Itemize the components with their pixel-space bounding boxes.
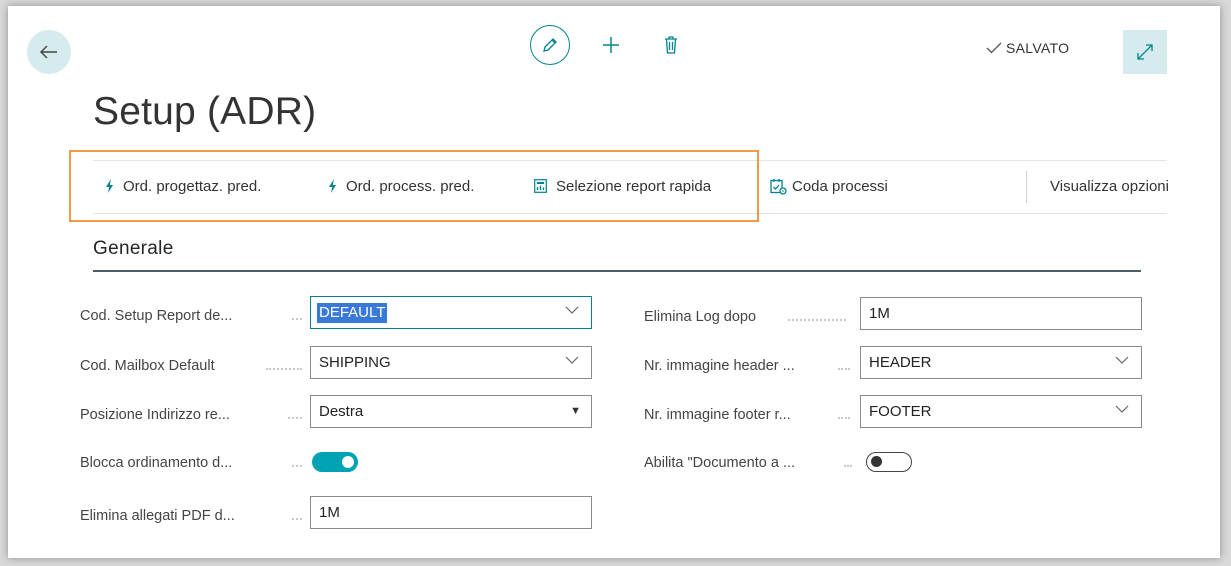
edit-button[interactable] xyxy=(530,25,570,65)
field-label: Cod. Mailbox Default xyxy=(80,358,215,374)
field-label: Blocca ordinamento d... xyxy=(80,455,233,471)
footer-image-field[interactable]: FOOTER xyxy=(860,395,1142,428)
setup-report-code-field[interactable]: DEFAULT xyxy=(310,296,592,329)
action-ord-progettaz[interactable]: Ord. progettaz. pred. xyxy=(105,175,261,197)
action-label: Selezione report rapida xyxy=(556,177,712,195)
field-value: DEFAULT xyxy=(317,302,388,323)
toggle-knob xyxy=(342,456,354,468)
chevron-down-icon xyxy=(565,306,579,314)
field-leader xyxy=(838,417,850,419)
arrow-left-icon xyxy=(40,45,57,59)
address-position-select[interactable]: Destra ▼ xyxy=(310,395,592,428)
field-label: Abilita "Documento a ... xyxy=(644,455,796,471)
checkmark-icon xyxy=(986,42,1002,54)
chevron-down-icon xyxy=(1115,405,1129,413)
page-title: Setup (ADR) xyxy=(93,90,317,133)
field-leader xyxy=(292,465,302,467)
field-value: HEADER xyxy=(869,354,932,371)
lightning-icon xyxy=(329,179,336,193)
field-value: FOOTER xyxy=(869,403,932,420)
field-label: Cod. Setup Report de... xyxy=(80,308,233,324)
action-ord-process[interactable]: Ord. process. pred. xyxy=(328,175,474,197)
expand-button[interactable] xyxy=(1123,30,1167,74)
elimina-log-field[interactable]: 1M xyxy=(860,297,1142,330)
page-card: SALVATO Setup (ADR) Ord. progettaz. pred… xyxy=(8,6,1220,558)
field-leader xyxy=(844,465,852,467)
field-leader xyxy=(266,368,302,370)
field-leader xyxy=(838,368,850,370)
field-value: Destra xyxy=(319,403,364,420)
abilita-documento-toggle[interactable] xyxy=(866,452,912,472)
field-label: Nr. immagine header ... xyxy=(644,358,795,374)
job-queue-icon xyxy=(770,178,787,195)
trash-icon xyxy=(665,36,677,54)
field-value: 1M xyxy=(869,305,890,322)
new-button[interactable] xyxy=(596,30,626,60)
action-bar: Ord. progettaz. pred. Ord. process. pred… xyxy=(93,160,1169,214)
dropdown-arrow-icon: ▼ xyxy=(570,405,581,417)
report-icon xyxy=(534,179,547,193)
action-visualizza-opzioni[interactable]: Visualizza opzioni xyxy=(1050,175,1169,197)
action-selezione-report[interactable]: Selezione report rapida xyxy=(534,175,711,197)
toggle-knob xyxy=(871,456,882,467)
action-label: Coda processi xyxy=(792,177,888,195)
field-label: Posizione Indirizzo re... xyxy=(80,407,230,423)
action-label: Visualizza opzioni xyxy=(1050,177,1169,195)
expand-icon xyxy=(1137,44,1153,60)
field-label: Elimina Log dopo xyxy=(644,309,757,325)
field-label: Nr. immagine footer r... xyxy=(644,407,791,423)
action-label: Ord. progettaz. pred. xyxy=(123,177,262,195)
field-leader xyxy=(788,319,846,321)
delete-button[interactable] xyxy=(656,30,686,60)
field-leader xyxy=(288,417,302,419)
chevron-down-icon xyxy=(1115,356,1129,364)
action-label: Ord. process. pred. xyxy=(346,177,475,195)
section-title: Generale xyxy=(93,238,174,259)
field-value: SHIPPING xyxy=(319,354,391,371)
section-divider xyxy=(93,270,1141,272)
chevron-down-icon xyxy=(565,356,579,364)
back-button[interactable] xyxy=(27,30,71,74)
field-label: Elimina allegati PDF d... xyxy=(80,508,235,524)
blocca-ordinamento-toggle[interactable] xyxy=(312,452,358,472)
field-leader xyxy=(292,318,302,320)
lightning-icon xyxy=(106,179,113,193)
field-value: 1M xyxy=(319,504,340,521)
mailbox-default-field[interactable]: SHIPPING xyxy=(310,346,592,379)
header-image-field[interactable]: HEADER xyxy=(860,346,1142,379)
pencil-icon xyxy=(543,38,557,52)
plus-icon xyxy=(603,37,619,53)
saved-status: SALVATO xyxy=(986,40,1069,56)
saved-status-label: SALVATO xyxy=(1006,40,1070,56)
action-divider xyxy=(1026,171,1027,203)
action-coda-processi[interactable]: Coda processi xyxy=(770,175,888,197)
elimina-allegati-field[interactable]: 1M xyxy=(310,496,592,529)
field-leader xyxy=(292,518,302,520)
top-toolbar xyxy=(530,25,686,65)
